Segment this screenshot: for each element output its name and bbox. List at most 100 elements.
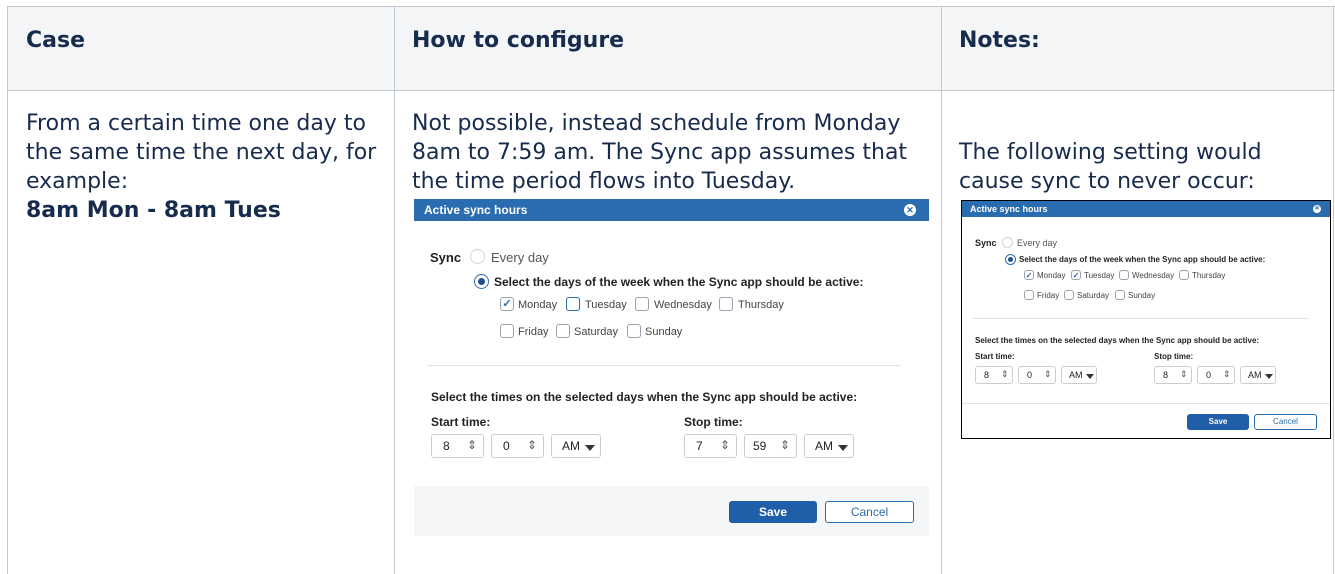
column-header-case: Case <box>26 28 86 53</box>
checkbox-saturday[interactable] <box>556 324 570 338</box>
spinner-arrows-icon[interactable]: ⇕ <box>1180 369 1188 380</box>
config-line: 8am to 7:59 am. The Sync app assumes tha… <box>412 140 908 165</box>
start-hour-value: 8 <box>984 370 990 380</box>
checkbox-monday[interactable]: ✓ <box>500 297 514 311</box>
radio-every-day[interactable] <box>1002 237 1013 248</box>
close-icon[interactable]: ✕ <box>1313 205 1321 213</box>
active-sync-hours-dialog: Active sync hours ✕ Sync Every day Selec… <box>414 199 929 536</box>
times-heading: Select the times on the selected days wh… <box>431 390 858 404</box>
start-hour-stepper[interactable]: 8 ⇕ <box>975 366 1013 384</box>
chevron-down-icon <box>1265 374 1273 379</box>
day-label-tuesday: Tuesday <box>585 299 627 311</box>
option-select-days-label: Select the days of the week when the Syn… <box>494 275 864 289</box>
dialog-title: Active sync hours <box>424 203 528 217</box>
spinner-arrows-icon[interactable]: ⇕ <box>720 438 730 452</box>
column-header-how-to-configure: How to configure <box>412 28 625 53</box>
option-every-day-label: Every day <box>491 250 549 265</box>
spinner-arrows-icon[interactable]: ⇕ <box>1001 369 1009 380</box>
day-label-thursday: Thursday <box>738 299 784 311</box>
column-divider <box>1333 6 1334 574</box>
checkbox-thursday[interactable] <box>1179 270 1189 280</box>
start-minute-value: 0 <box>503 439 510 453</box>
spinner-arrows-icon[interactable]: ⇕ <box>467 438 477 452</box>
checkbox-friday[interactable] <box>1024 290 1034 300</box>
cancel-button[interactable]: Cancel <box>1254 414 1317 430</box>
checkbox-sunday[interactable] <box>1115 290 1125 300</box>
config-line: Not possible, instead schedule from Mond… <box>412 111 901 136</box>
stop-minute-stepper[interactable]: 59 ⇕ <box>744 434 797 458</box>
save-button[interactable]: Save <box>729 501 817 523</box>
option-every-day-label: Every day <box>1017 238 1058 248</box>
config-description: Not possible, instead schedule from Mond… <box>412 109 937 196</box>
stop-hour-value: 7 <box>696 439 703 453</box>
checkbox-wednesday[interactable] <box>1119 270 1129 280</box>
stop-hour-stepper[interactable]: 7 ⇕ <box>684 434 737 458</box>
case-line: example: <box>26 169 129 194</box>
stop-minute-stepper[interactable]: 0 ⇕ <box>1197 366 1235 384</box>
stop-hour-stepper[interactable]: 8 ⇕ <box>1154 366 1192 384</box>
checkbox-friday[interactable] <box>500 324 514 338</box>
day-label-saturday: Saturday <box>1077 291 1110 300</box>
stop-minute-value: 59 <box>753 439 767 453</box>
config-line: the time period flows into Tuesday. <box>412 169 796 194</box>
close-icon[interactable]: ✕ <box>904 204 916 216</box>
start-hour-stepper[interactable]: 8 ⇕ <box>431 434 484 458</box>
stop-hour-value: 8 <box>1163 370 1169 380</box>
stop-ampm-value: AM <box>815 439 833 453</box>
checkbox-tuesday[interactable] <box>566 297 580 311</box>
dialog-title-bar: Active sync hours ✕ <box>414 199 929 221</box>
cancel-button[interactable]: Cancel <box>825 501 914 523</box>
chevron-down-icon <box>1086 374 1094 379</box>
checkbox-thursday[interactable] <box>719 297 733 311</box>
start-hour-value: 8 <box>443 439 450 453</box>
dialog-title: Active sync hours <box>970 204 1048 214</box>
section-divider <box>972 318 1309 319</box>
start-ampm-value: AM <box>1069 370 1083 380</box>
save-button[interactable]: Save <box>1187 414 1249 430</box>
dialog-footer: Save Cancel <box>414 486 929 536</box>
notes-line: The following setting would <box>959 140 1262 165</box>
start-minute-value: 0 <box>1027 370 1033 380</box>
radio-select-days[interactable] <box>474 274 489 289</box>
case-line: the same time the next day, for <box>26 140 377 165</box>
start-minute-stepper[interactable]: 0 ⇕ <box>1018 366 1056 384</box>
checkbox-tuesday[interactable]: ✓ <box>1071 270 1081 280</box>
case-example: 8am Mon - 8am Tues <box>26 198 281 223</box>
start-time-label: Start time: <box>431 415 491 429</box>
section-divider <box>962 403 1330 404</box>
day-label-friday: Friday <box>518 326 549 338</box>
stop-ampm-select[interactable]: AM <box>1240 366 1276 384</box>
checkbox-sunday[interactable] <box>627 324 641 338</box>
notes-description: The following setting would cause sync t… <box>959 138 1329 196</box>
dialog-title-bar: Active sync hours ✕ <box>962 201 1330 217</box>
radio-select-days[interactable] <box>1005 254 1016 265</box>
spinner-arrows-icon[interactable]: ⇕ <box>527 438 537 452</box>
section-divider <box>427 365 901 366</box>
start-time-label: Start time: <box>975 352 1015 361</box>
sync-label: Sync <box>430 250 462 265</box>
stop-ampm-value: AM <box>1248 370 1262 380</box>
checkbox-saturday[interactable] <box>1064 290 1074 300</box>
spinner-arrows-icon[interactable]: ⇕ <box>780 438 790 452</box>
day-label-wednesday: Wednesday <box>654 299 712 311</box>
spinner-arrows-icon[interactable]: ⇕ <box>1044 369 1052 380</box>
option-select-days-label: Select the days of the week when the Syn… <box>1019 255 1266 264</box>
stop-time-label: Stop time: <box>684 415 743 429</box>
start-ampm-select[interactable]: AM <box>1061 366 1097 384</box>
column-divider <box>7 6 8 574</box>
checkbox-wednesday[interactable] <box>635 297 649 311</box>
start-minute-stepper[interactable]: 0 ⇕ <box>491 434 544 458</box>
checkbox-monday[interactable]: ✓ <box>1024 270 1034 280</box>
chevron-down-icon <box>585 445 595 451</box>
day-label-monday: Monday <box>518 299 558 311</box>
stop-ampm-select[interactable]: AM <box>804 434 854 458</box>
spinner-arrows-icon[interactable]: ⇕ <box>1223 369 1231 380</box>
sync-label: Sync <box>975 238 997 248</box>
chevron-down-icon <box>838 445 848 451</box>
case-description: From a certain time one day to the same … <box>26 109 386 225</box>
day-label-sunday: Sunday <box>1128 291 1156 300</box>
radio-every-day[interactable] <box>470 249 485 264</box>
column-divider <box>941 6 942 574</box>
start-ampm-select[interactable]: AM <box>551 434 601 458</box>
column-divider <box>394 6 395 574</box>
